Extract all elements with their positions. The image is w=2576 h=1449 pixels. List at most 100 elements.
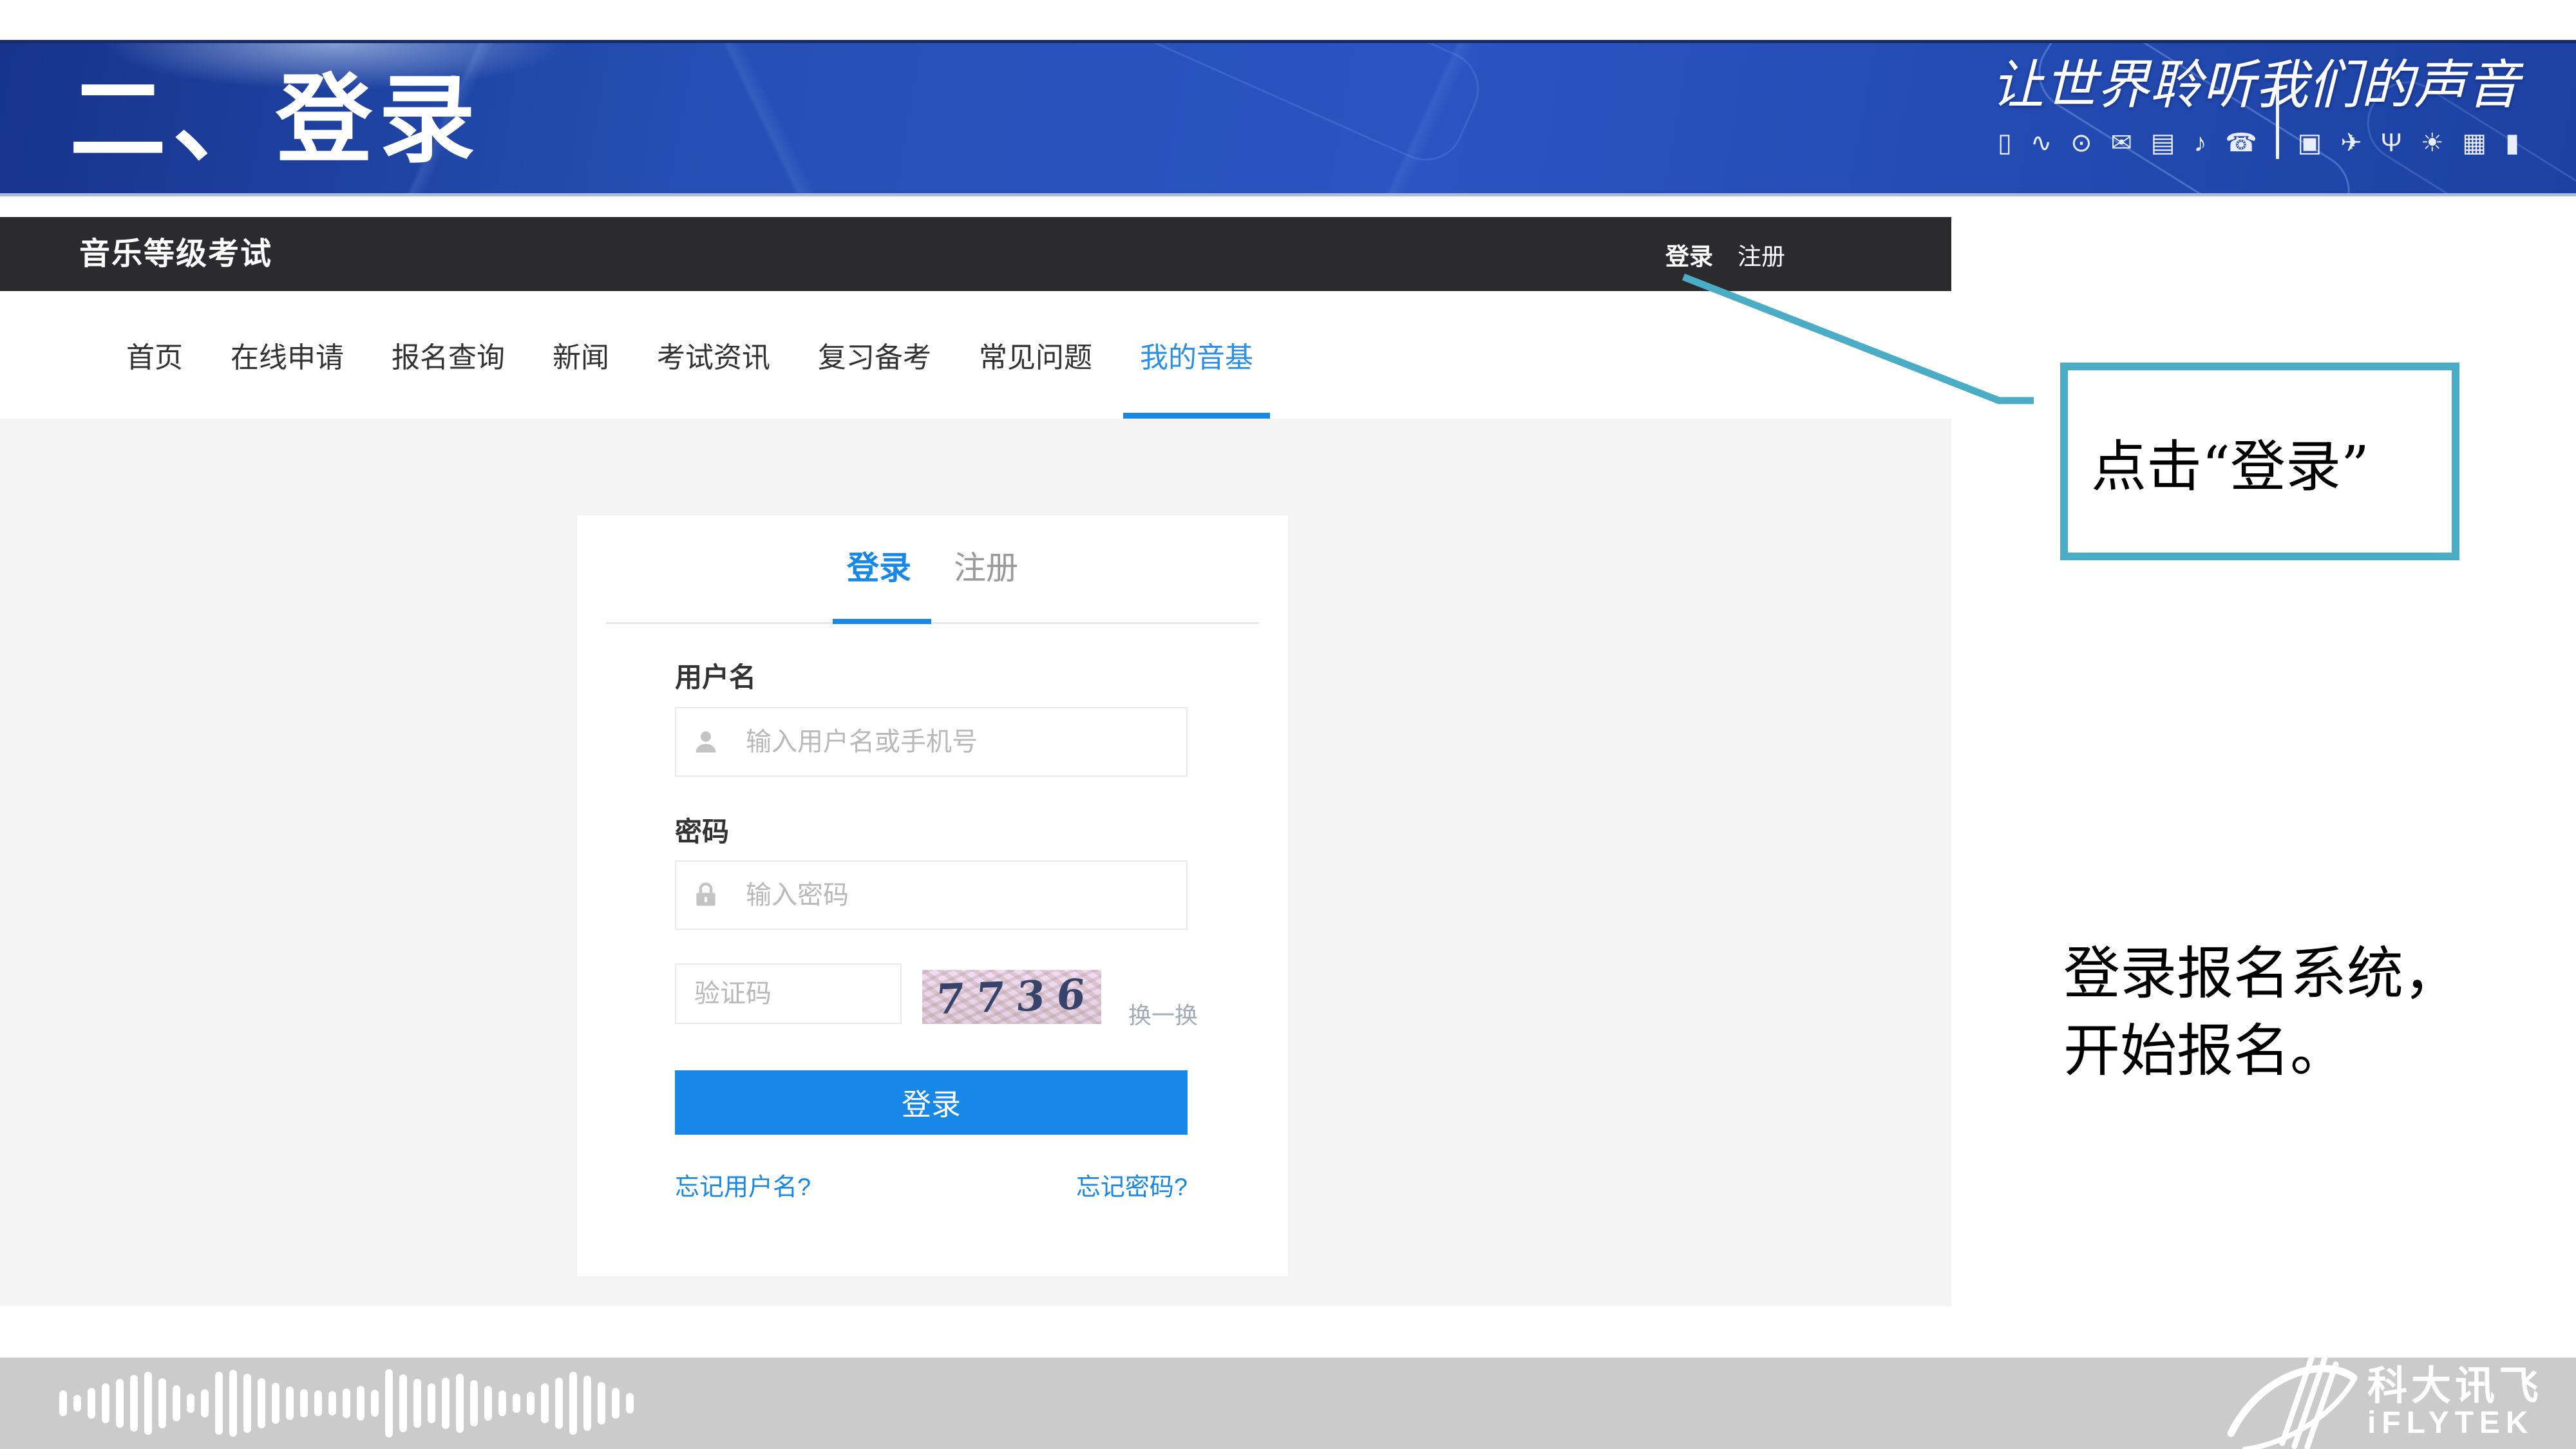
- iflytek-en-text: iFLYTEK: [2367, 1406, 2543, 1440]
- slide-note-line1: 登录报名系统，: [2063, 935, 2460, 1012]
- slogan-calligraphy: 让世界聆听我们的声音: [1901, 55, 2519, 117]
- soundwave-bar: [612, 1388, 620, 1419]
- waveform-icon: ∿: [2031, 129, 2052, 157]
- annotation-box: 点击“登录”: [2060, 363, 2459, 560]
- soundwave-bar: [173, 1385, 180, 1421]
- soundwave-bar: [555, 1378, 563, 1429]
- soundwave-bar: [229, 1370, 237, 1437]
- soundwave-bar: [583, 1376, 591, 1431]
- nav-item-online-apply[interactable]: 在线申请: [231, 291, 344, 419]
- username-label: 用户名: [675, 656, 756, 695]
- login-submit-button[interactable]: 登录: [675, 1070, 1188, 1135]
- iflytek-cn-text: 科大讯飞: [2367, 1367, 2543, 1406]
- airplane-icon: ✈: [2340, 129, 2362, 157]
- soundwave-bar: [215, 1372, 223, 1435]
- soundwave-bar: [286, 1387, 294, 1420]
- chat-icon: ▣: [2298, 129, 2322, 157]
- login-tabs: 登录 注册: [577, 542, 1288, 589]
- soundwave-bar: [428, 1383, 435, 1423]
- forgot-username-link[interactable]: 忘记用户名?: [675, 1167, 811, 1202]
- captcha-image[interactable]: 7736: [922, 970, 1101, 1024]
- iflytek-logo: 科大讯飞 iFLYTEK: [2223, 1358, 2543, 1449]
- phone-icon: ☎: [2225, 129, 2257, 157]
- username-input[interactable]: [675, 707, 1188, 777]
- soundwave-bar: [88, 1388, 95, 1419]
- music-note-icon: ♪: [2193, 129, 2206, 157]
- password-input[interactable]: [675, 860, 1188, 930]
- circuit-decoration: [1088, 40, 1491, 173]
- soundwave-bar: [272, 1383, 279, 1424]
- nav-item-news[interactable]: 新闻: [553, 291, 609, 419]
- tab-active-underline: [833, 619, 931, 624]
- soundwave-bar: [300, 1389, 308, 1417]
- divider: [2276, 82, 2279, 159]
- topbar-login-link[interactable]: 登录: [1665, 237, 1713, 272]
- soundwave-bar: [626, 1393, 634, 1414]
- annotation-text: 点击“登录”: [2068, 421, 2369, 502]
- soundwave-bar: [328, 1391, 336, 1416]
- soundwave-bar: [569, 1372, 577, 1435]
- captcha-refresh-link[interactable]: 换一换: [1128, 997, 1198, 1030]
- captcha-input[interactable]: [675, 963, 902, 1024]
- slide-footer: 科大讯飞 iFLYTEK: [0, 1358, 2576, 1449]
- soundwave-bar: [498, 1390, 506, 1416]
- slogan-icon-row: ▯∿⊙✉▤♪☎▣✈Ψ☀▦▮: [1998, 127, 2519, 159]
- site-topbar: 音乐等级考试 登录 注册: [0, 217, 1951, 291]
- soundwave-bar: [541, 1383, 549, 1423]
- soundwave-bar: [527, 1392, 535, 1415]
- topbar-register-link[interactable]: 注册: [1738, 237, 1785, 272]
- soundwave-bar: [144, 1372, 152, 1435]
- soundwave-bar: [158, 1378, 166, 1428]
- soundwave-bar: [59, 1390, 67, 1416]
- soundwave-bar: [357, 1386, 365, 1421]
- slide: 二、登录 让世界聆听我们的声音 ▯∿⊙✉▤♪☎▣✈Ψ☀▦▮ 音乐等级考试 登录 …: [0, 0, 2576, 1449]
- cart-icon: ▦: [2462, 129, 2486, 157]
- soundwave-bar: [116, 1379, 124, 1428]
- soundwave-bar: [258, 1378, 265, 1428]
- soundwave-bar: [399, 1374, 407, 1432]
- soundwave-bar: [102, 1383, 109, 1423]
- soundwave-bar: [130, 1375, 138, 1432]
- lock-icon: [692, 881, 720, 909]
- soundwave-bar: [484, 1386, 492, 1421]
- iflytek-swoosh-icon: [2223, 1355, 2358, 1449]
- mail-icon: ✉: [2110, 129, 2132, 157]
- soundwave-bar: [513, 1394, 520, 1413]
- captcha-digits: 7736: [925, 970, 1099, 1024]
- microphone-icon: Ψ: [2380, 129, 2401, 157]
- brand-slogan-block: 让世界聆听我们的声音 ▯∿⊙✉▤♪☎▣✈Ψ☀▦▮: [1901, 55, 2519, 159]
- soundwave-bar: [385, 1369, 393, 1437]
- user-icon: [692, 728, 720, 756]
- soundwave-bar: [73, 1395, 81, 1412]
- fuel-pump-icon: ▮: [2505, 129, 2519, 157]
- soundwave-bar: [442, 1378, 450, 1429]
- soundwave-logo: [59, 1358, 634, 1449]
- slide-note: 登录报名系统， 开始报名。: [2063, 935, 2460, 1090]
- login-card: 登录 注册 用户名 密码 7736 换一换 登录: [577, 515, 1288, 1276]
- site-brand: 音乐等级考试: [79, 217, 272, 291]
- page-content: 登录 注册 用户名 密码 7736 换一换 登录: [0, 419, 1951, 1306]
- search-icon: ⊙: [2070, 129, 2092, 157]
- nav-item-faq[interactable]: 常见问题: [979, 291, 1092, 419]
- soundwave-bar: [314, 1390, 322, 1416]
- smartphone-icon: ▯: [1998, 129, 2012, 157]
- soundwave-bar: [343, 1388, 350, 1418]
- section-title: 二、登录: [70, 71, 482, 168]
- forgot-password-link[interactable]: 忘记密码?: [1076, 1167, 1188, 1202]
- main-navigation: 首页 在线申请 报名查询 新闻 考试资讯 复习备考 常见问题 我的音基: [0, 291, 1951, 419]
- soundwave-bar: [456, 1374, 464, 1433]
- nav-item-registration-query[interactable]: 报名查询: [392, 291, 505, 419]
- soundwave-bar: [413, 1379, 421, 1428]
- tab-login[interactable]: 登录: [847, 542, 911, 589]
- section-banner: 二、登录 让世界聆听我们的声音 ▯∿⊙✉▤♪☎▣✈Ψ☀▦▮: [0, 40, 2576, 196]
- password-label: 密码: [675, 810, 729, 849]
- soundwave-bar: [243, 1374, 251, 1433]
- iflytek-wordmark: 科大讯飞 iFLYTEK: [2367, 1367, 2543, 1440]
- nav-item-home[interactable]: 首页: [126, 291, 183, 419]
- soundwave-bar: [371, 1390, 379, 1417]
- soundwave-bar: [598, 1382, 605, 1425]
- tab-register[interactable]: 注册: [954, 542, 1018, 589]
- nav-item-my-yinji[interactable]: 我的音基: [1140, 291, 1253, 419]
- nav-item-review[interactable]: 复习备考: [818, 291, 931, 419]
- nav-item-exam-info[interactable]: 考试资讯: [657, 291, 770, 419]
